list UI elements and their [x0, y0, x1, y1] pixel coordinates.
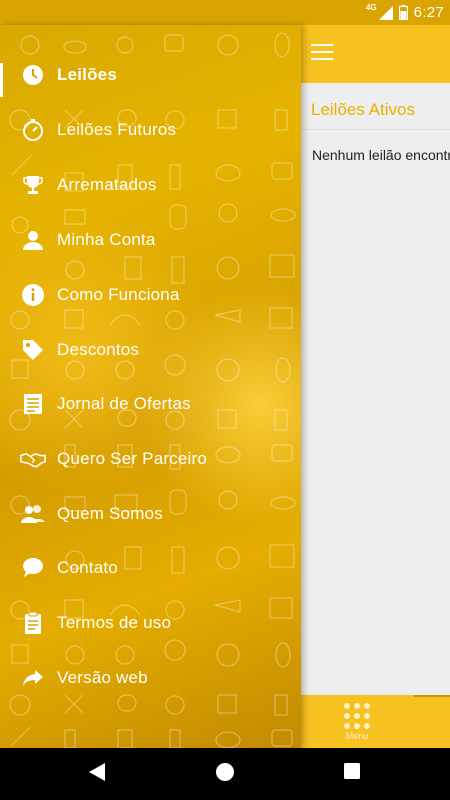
hamburger-icon[interactable]: [311, 44, 333, 62]
drawer-item-termos-de-uso[interactable]: Termos de uso: [0, 596, 301, 650]
empty-message: Nenhum leilão encontrado: [312, 147, 450, 163]
people-icon: [20, 501, 46, 527]
drawer-item-label: Quero Ser Parceiro: [57, 449, 208, 468]
drawer-item-label: Termos de uso: [57, 613, 172, 632]
drawer-item-versao-web[interactable]: Versão web: [0, 651, 301, 705]
divider: [301, 129, 450, 130]
drawer-item-minha-conta[interactable]: Minha Conta: [0, 213, 301, 267]
drawer-item-quem-somos[interactable]: Quem Somos: [0, 487, 301, 541]
drawer-item-label: Como Funciona: [57, 285, 180, 304]
recents-icon[interactable]: [343, 762, 361, 780]
share-arrow-icon: [20, 665, 46, 691]
back-icon[interactable]: [88, 762, 106, 782]
drawer-item-leiloes[interactable]: Leilões: [0, 48, 301, 102]
handshake-icon: [20, 446, 46, 472]
clipboard-icon: [20, 610, 46, 636]
menu-tab-label: Menu: [345, 731, 369, 741]
battery-icon: [398, 5, 408, 20]
drawer-item-contato[interactable]: Contato: [0, 541, 301, 595]
status-icons: 4G 6:27: [366, 0, 444, 25]
clock-time: 6:27: [413, 4, 444, 21]
drawer-item-label: Versão web: [57, 668, 148, 687]
signal-icon: [378, 5, 393, 20]
drawer-item-jornal-de-ofertas[interactable]: Jornal de Ofertas: [0, 377, 301, 431]
tag-icon: [20, 337, 46, 363]
drawer-item-arrematados[interactable]: Arrematados: [0, 158, 301, 212]
drawer-item-label: Quem Somos: [57, 504, 163, 523]
home-icon[interactable]: [215, 762, 235, 782]
drawer-item-label: Contato: [57, 558, 118, 577]
navigation-drawer: Leilões Leilões Futuros Arrematados Minh…: [0, 25, 301, 748]
status-bar: 4G 6:27: [0, 0, 450, 25]
drawer-item-label: Arrematados: [57, 175, 157, 194]
drawer-item-label: Leilões Futuros: [57, 120, 177, 139]
drawer-item-descontos[interactable]: Descontos: [0, 323, 301, 377]
section-title: Leilões Ativos: [311, 100, 415, 119]
grid-dots-icon: [344, 703, 370, 729]
clock-icon: [20, 62, 46, 88]
drawer-item-leiloes-futuros[interactable]: Leilões Futuros: [0, 103, 301, 157]
drawer-item-quero-ser-parceiro[interactable]: Quero Ser Parceiro: [0, 432, 301, 486]
trophy-icon: [20, 172, 46, 198]
drawer-item-label: Descontos: [57, 340, 140, 359]
person-icon: [20, 227, 46, 253]
drawer-item-label: Jornal de Ofertas: [57, 394, 191, 413]
chat-bubble-icon: [20, 555, 46, 581]
drawer-item-como-funciona[interactable]: Como Funciona: [0, 268, 301, 322]
network-type: 4G: [365, 3, 377, 12]
tab-indicator: [414, 695, 450, 697]
drawer-item-label: Leilões: [57, 65, 117, 84]
system-navigation-bar: [0, 748, 450, 800]
drawer-item-label: Minha Conta: [57, 230, 156, 249]
info-icon: [20, 282, 46, 308]
newspaper-icon: [20, 391, 46, 417]
timer-icon: [20, 117, 46, 143]
menu-tab[interactable]: Menu: [301, 695, 450, 748]
